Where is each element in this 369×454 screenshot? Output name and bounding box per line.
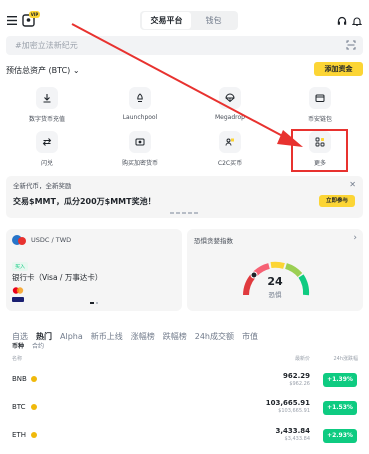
fear-greed-card[interactable]: 恐惧贪婪指数 › 24 恐惧 xyxy=(187,229,363,311)
row-price: 103,665.91 xyxy=(265,399,310,407)
table-row[interactable]: BNB 962.29 $962.26 +1.39% xyxy=(0,369,369,393)
twd-coin-icon xyxy=(18,237,26,245)
fiat-pair: USDC / TWD xyxy=(31,236,72,244)
fire-icon xyxy=(31,432,37,438)
payment-method: 银行卡（Visa / 万事达卡） xyxy=(12,273,103,282)
market-sub-tabs: 币种 合约 xyxy=(12,341,44,350)
chevron-right-icon[interactable]: › xyxy=(353,233,357,243)
sub-tab-spot[interactable]: 币种 xyxy=(12,343,24,350)
table-row[interactable]: ETH 3,433.84 $3,433.84 +2.93% xyxy=(0,424,369,448)
carousel-dots xyxy=(170,212,202,215)
market-tab-marketcap[interactable]: 市值 xyxy=(242,332,258,341)
market-tab-losers[interactable]: 跌幅榜 xyxy=(163,332,187,341)
column-price: 最新价 xyxy=(294,356,310,362)
fear-greed-title: 恐惧贪婪指数 xyxy=(194,237,233,245)
row-price: 962.29 xyxy=(282,372,310,380)
card-pager xyxy=(90,302,100,304)
sub-tab-futures[interactable]: 合约 xyxy=(32,343,44,350)
column-change: 24h涨跌幅 xyxy=(333,356,358,362)
row-symbol: BNB xyxy=(12,375,27,383)
fiat-buy-card[interactable]: USDC / TWD 买入 银行卡（Visa / 万事达卡） xyxy=(6,229,182,311)
fear-greed-label: 恐惧 xyxy=(268,291,282,299)
change-badge: +1.39% xyxy=(323,373,357,387)
change-badge: +2.93% xyxy=(323,429,357,443)
change-badge: +1.53% xyxy=(323,401,357,415)
mastercard-icon xyxy=(12,287,24,294)
promo-close-icon[interactable]: ✕ xyxy=(349,180,356,189)
promo-text: 交易$MMT，瓜分200万$MMT奖池！ xyxy=(13,197,156,206)
buy-tag: 买入 xyxy=(12,262,29,271)
market-tabs: 自选 热门 Alpha 新币上线 涨幅榜 跌幅榜 24h成交额 市值 xyxy=(12,324,266,343)
promo-join-button[interactable]: 立即参与 xyxy=(319,195,355,207)
promo-tag: 全新代币，全新奖励 xyxy=(13,182,72,190)
row-fiat-price: $3,433.84 xyxy=(284,436,310,442)
row-symbol: BTC xyxy=(12,403,26,411)
fear-greed-value: 24 xyxy=(267,275,283,288)
row-fiat-price: $962.26 xyxy=(289,381,310,387)
visa-icon xyxy=(12,297,24,302)
row-fiat-price: $103,665.91 xyxy=(278,408,310,414)
fire-icon xyxy=(31,404,37,410)
row-symbol: ETH xyxy=(12,431,26,439)
market-tab-favorites[interactable]: 自选 xyxy=(12,332,28,341)
market-tab-gainers[interactable]: 涨幅榜 xyxy=(131,332,155,341)
column-name: 名称 xyxy=(12,356,23,362)
market-tab-volume[interactable]: 24h成交额 xyxy=(195,332,234,341)
annotation-arrow xyxy=(0,0,369,180)
fire-icon xyxy=(31,376,37,382)
table-row[interactable]: BTC 103,665.91 $103,665.91 +1.53% xyxy=(0,396,369,420)
row-price: 3,433.84 xyxy=(275,427,310,435)
market-tab-new[interactable]: 新币上线 xyxy=(91,332,123,341)
market-tab-alpha[interactable]: Alpha xyxy=(60,332,83,341)
market-tab-hot[interactable]: 热门 xyxy=(36,332,52,341)
